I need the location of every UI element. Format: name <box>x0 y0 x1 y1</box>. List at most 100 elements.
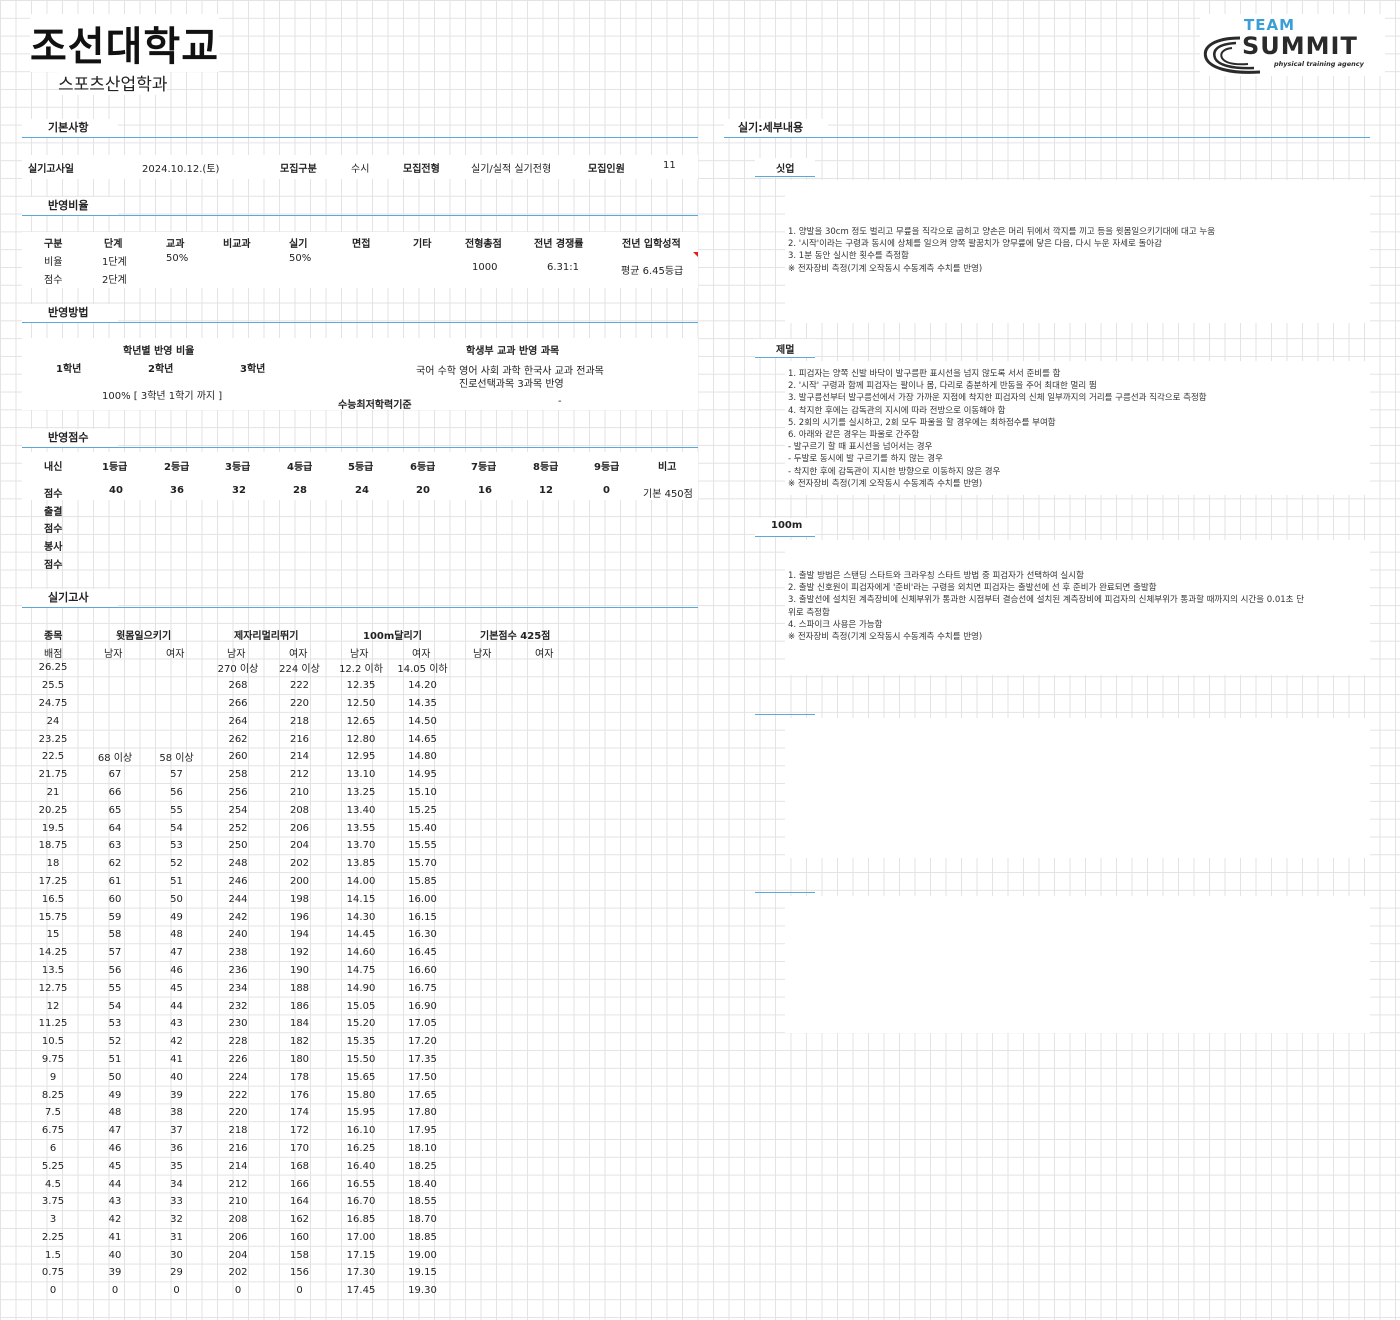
record-cell: 226 <box>228 1053 248 1065</box>
record-cell: 0 <box>111 1285 119 1297</box>
record-cell: 19.00 <box>408 1249 437 1261</box>
admission-label: 모집전형 <box>403 164 440 175</box>
quota-label: 모집인원 <box>588 164 625 175</box>
record-cell: 166 <box>289 1178 310 1190</box>
score-cell: 21 <box>46 786 60 798</box>
record-cell: 188 <box>289 982 310 994</box>
record-cell: 232 <box>228 1000 248 1012</box>
points-score: 36 <box>170 485 184 496</box>
record-cell: 48 <box>170 929 183 941</box>
record-cell: 15.55 <box>408 840 437 852</box>
ratio-header: 면접 <box>352 239 371 250</box>
points-score: 40 <box>109 485 123 496</box>
points-header: 내신 <box>44 462 63 473</box>
record-cell: 264 <box>228 715 248 727</box>
record-cell: 13.85 <box>346 858 376 870</box>
ratio-row-label: 비율 <box>44 257 63 268</box>
ratio-stage-2: 2단계 <box>102 275 127 286</box>
svg-text:SUMMIT: SUMMIT <box>1242 32 1358 60</box>
record-cell: 16.85 <box>346 1214 376 1226</box>
record-cell: 16.45 <box>408 947 437 959</box>
record-cell: 52 <box>170 858 183 870</box>
ratio-header: 교과 <box>166 239 185 250</box>
record-cell: 55 <box>108 982 122 994</box>
table-row: 8.25 49 39 222 176 15.80 17.65 <box>22 1086 453 1104</box>
record-cell: 15.25 <box>408 804 437 816</box>
points-score: 12 <box>539 485 553 496</box>
points-header: 비고 <box>658 462 677 473</box>
record-cell: 17.35 <box>408 1053 437 1065</box>
record-cell: 216 <box>228 1142 248 1154</box>
table-row: 5.25 45 35 214 168 16.40 18.25 <box>22 1157 453 1175</box>
record-cell: 242 <box>228 911 248 923</box>
record-cell: 174 <box>289 1107 310 1119</box>
male-label: 남자 <box>227 649 246 660</box>
record-cell: 13.55 <box>346 822 376 834</box>
record-cell: 14.20 <box>408 680 437 692</box>
base-score: 기본점수 425점 <box>480 631 551 642</box>
record-cell: 39 <box>170 1089 183 1101</box>
score-cell: 13.5 <box>41 964 65 976</box>
score-cell: 6 <box>49 1142 57 1154</box>
record-cell: 262 <box>228 733 248 745</box>
ratio-header: 단계 <box>104 239 123 250</box>
record-cell: 15.40 <box>408 822 437 834</box>
table-row: 9 50 40 224 178 15.65 17.50 <box>22 1068 453 1086</box>
record-cell: 234 <box>228 982 248 994</box>
team-summit-logo: TEAM SUMMIT physical training agency <box>1200 14 1385 76</box>
record-cell: 36 <box>170 1142 183 1154</box>
record-cell: 40 <box>108 1249 122 1261</box>
ratio-header: 전년 입학성적 <box>622 239 681 250</box>
record-cell: 61 <box>108 875 122 887</box>
jump-title: 제멀 <box>776 345 795 356</box>
record-cell: 34 <box>170 1178 183 1190</box>
points-header: 2등급 <box>164 462 190 473</box>
record-cell: 250 <box>228 840 248 852</box>
record-cell: 53 <box>170 840 183 852</box>
record-cell: 63 <box>108 840 122 852</box>
record-cell: 67 <box>108 769 122 781</box>
record-cell: 220 <box>289 697 310 709</box>
table-row: 22.5 68 이상 58 이상 260 214 12.95 14.80 <box>22 748 453 766</box>
record-cell: 45 <box>108 1160 122 1172</box>
points-score: 24 <box>355 485 369 496</box>
record-cell: 18.25 <box>408 1160 437 1172</box>
record-cell: 210 <box>228 1196 248 1208</box>
record-cell: 41 <box>170 1053 183 1065</box>
event-jump: 제자리멀리뛰기 <box>234 631 299 642</box>
record-cell: 244 <box>228 893 248 905</box>
record-cell: 246 <box>228 875 248 887</box>
record-cell: 208 <box>289 804 310 816</box>
record-cell: 65 <box>108 804 122 816</box>
points-score: 20 <box>416 485 430 496</box>
recruit-type-label: 모집구분 <box>280 164 317 175</box>
record-cell: 43 <box>108 1196 122 1208</box>
score-cell: 5.25 <box>41 1160 65 1172</box>
record-cell: 270 이상 <box>217 664 259 676</box>
table-row: 0 0 0 0 0 17.45 19.30 <box>22 1282 453 1300</box>
record-cell: 12.95 <box>346 751 376 763</box>
score-cell: 4.5 <box>45 1178 61 1190</box>
record-cell: 49 <box>170 911 183 923</box>
record-cell: 14.65 <box>408 733 437 745</box>
record-cell: 54 <box>170 822 183 834</box>
score-cell: 11.25 <box>38 1018 68 1030</box>
record-cell: 32 <box>170 1214 183 1226</box>
score-cell: 14.25 <box>38 947 68 959</box>
col-score-label: 배점 <box>44 649 63 660</box>
record-cell: 15.70 <box>408 858 437 870</box>
record-cell: 252 <box>228 822 248 834</box>
score-cell: 3.75 <box>41 1196 65 1208</box>
record-cell: 68 이상 <box>97 753 133 765</box>
table-row: 2.25 41 31 206 160 17.00 18.85 <box>22 1229 453 1247</box>
record-cell: 16.60 <box>408 964 437 976</box>
record-cell <box>84 712 146 730</box>
score-cell: 0.75 <box>41 1267 65 1279</box>
record-cell: 160 <box>289 1231 310 1243</box>
record-cell: 12.35 <box>346 680 376 692</box>
record-cell: 15.10 <box>408 786 437 798</box>
record-cell: 12.80 <box>346 733 376 745</box>
record-cell: 14.15 <box>346 893 376 905</box>
ratio-total: 1000 <box>472 262 498 273</box>
table-row: 15.75 59 49 242 196 14.30 16.15 <box>22 908 453 926</box>
